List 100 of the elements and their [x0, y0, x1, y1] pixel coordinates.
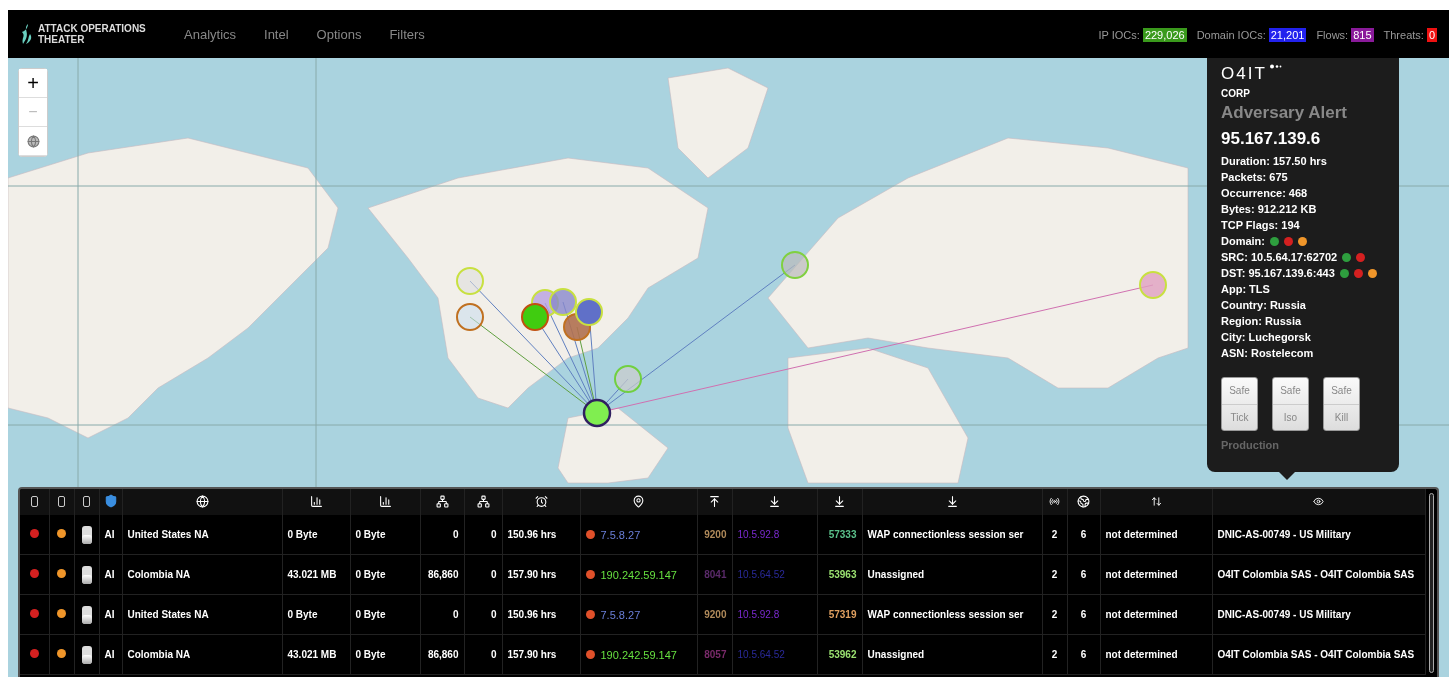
environment-label: Production: [1221, 439, 1281, 451]
shield-icon: [103, 494, 118, 508]
alert-field: Occurrence: 468: [1221, 187, 1308, 199]
stat-label: IP IOCs:: [1098, 29, 1140, 41]
table-cell: 8057: [697, 634, 732, 675]
globe-icon: [1077, 494, 1090, 508]
table-cell: 0 Byte: [350, 634, 420, 675]
nav-link[interactable]: Filters: [389, 26, 425, 42]
alert-field: City: Luchegorsk: [1221, 331, 1311, 343]
globe-icon: [26, 134, 40, 148]
table-cell: 0: [464, 634, 502, 675]
alert-ip: 95.167.139.6: [1221, 129, 1322, 149]
table-cell: 150.96 hrs: [502, 515, 580, 555]
network-icon: [435, 494, 449, 508]
alert-field: Bytes: 912.212 KB: [1221, 203, 1317, 215]
table-cell: 150.96 hrs: [502, 594, 580, 635]
table-cell: 9200: [697, 515, 732, 555]
table-cell: not determined: [1100, 515, 1212, 555]
alert-title: Adversary Alert: [1221, 103, 1348, 123]
table-cell: 2: [1042, 634, 1067, 675]
nav-link[interactable]: Intel: [264, 26, 289, 42]
table-cell: 57333: [817, 515, 862, 555]
globe-icon: [195, 494, 209, 508]
table-cell: 0 Byte: [350, 554, 420, 595]
safe-action-button[interactable]: Safe Kill: [1323, 377, 1360, 431]
table-cell: DNIC-AS-00749 - US Military: [1212, 594, 1425, 635]
ip-address: 190.242.59.147: [600, 568, 677, 581]
table-cell: 86,860: [420, 554, 464, 595]
map-marker[interactable]: [781, 251, 809, 279]
table-cell: 0: [464, 515, 502, 555]
map-marker[interactable]: [614, 365, 642, 393]
table-cell: 0: [420, 594, 464, 635]
stat-label: Flows:: [1316, 29, 1349, 41]
toggle-switch[interactable]: [81, 605, 92, 624]
alert-field: Region: Russia: [1221, 315, 1302, 327]
nav-link[interactable]: Analytics: [184, 26, 237, 42]
table-cell: 53963: [817, 554, 862, 595]
table-cell: 8041: [697, 554, 732, 595]
toggle-switch[interactable]: [81, 565, 92, 584]
alarm-clock-icon: [534, 494, 548, 508]
brand-name: ATTACK OPERATIONS THEATER: [38, 23, 147, 45]
alert-field: TCP Flags: 194: [1221, 219, 1300, 231]
table-cell: 43.021 MB: [282, 554, 350, 595]
alert-field: DST: 95.167.139.6:443: [1221, 267, 1335, 279]
table-cell: WAP connectionless session ser: [862, 594, 1042, 635]
table-cell: 2: [1042, 515, 1067, 555]
table-cell: AI: [99, 515, 122, 555]
table-cell: 2: [1042, 554, 1067, 595]
table-cell: 6: [1067, 634, 1100, 675]
table-cell: 0: [464, 554, 502, 595]
table-cell: 0 Byte: [282, 594, 350, 635]
safe-action-button[interactable]: Safe Tick: [1221, 377, 1258, 431]
table-cell: not determined: [1100, 634, 1212, 675]
table-cell: 10.5.64.52: [732, 554, 817, 595]
upload-icon: [708, 494, 721, 508]
ip-address: 7.5.8.27: [600, 608, 641, 621]
stat-count: 0: [1426, 28, 1437, 42]
table-cell: 10.5.92.8: [732, 515, 817, 555]
signal-icon: [1049, 495, 1060, 507]
stat-count: 21,201: [1268, 28, 1307, 42]
toggle-icon: [58, 495, 65, 507]
toggle-icon: [83, 495, 90, 507]
ip-address: 7.5.8.27: [600, 528, 641, 541]
table-cell: 157.90 hrs: [502, 554, 580, 595]
flame-logo-icon: [20, 24, 34, 44]
scrollbar[interactable]: [1428, 493, 1434, 673]
map-pin-icon: [632, 494, 645, 508]
table-cell: Colombia NA: [122, 634, 282, 675]
table-cell: Unassigned: [862, 634, 1042, 675]
table-cell: 10.5.92.8: [732, 594, 817, 635]
bar-chart-icon: [378, 494, 392, 508]
table-cell: 2: [1042, 594, 1067, 635]
table-cell: 0: [420, 515, 464, 555]
nav-link[interactable]: Options: [316, 26, 362, 42]
alert-field: App: TLS: [1221, 283, 1270, 295]
eye-icon: [1313, 495, 1324, 507]
table-cell: 57319: [817, 594, 862, 635]
download-icon: [768, 494, 781, 508]
toggle-switch[interactable]: [81, 645, 92, 664]
table-cell: 6: [1067, 515, 1100, 555]
map-marker[interactable]: [582, 398, 612, 428]
zoom-in-button[interactable]: +: [19, 69, 47, 98]
safe-action-button[interactable]: Safe Iso: [1272, 377, 1309, 431]
alert-field: Country: Russia: [1221, 299, 1306, 311]
table-cell: 43.021 MB: [282, 634, 350, 675]
table-cell: O4IT Colombia SAS - O4IT Colombia SAS: [1212, 634, 1425, 675]
table-cell: not determined: [1100, 554, 1212, 595]
stat-count: 229,026: [1142, 28, 1187, 42]
table-cell: 0 Byte: [350, 594, 420, 635]
org-label: CORP: [1221, 88, 1251, 99]
stat-label: Threats:: [1383, 29, 1424, 41]
up-down-arrows-icon: [1150, 495, 1162, 507]
alert-field: ASN: Rostelecom: [1221, 347, 1314, 359]
ip-address: 190.242.59.147: [600, 648, 677, 661]
toggle-switch[interactable]: [81, 525, 92, 544]
map-marker[interactable]: [456, 303, 484, 331]
table-cell: 0 Byte: [350, 515, 420, 555]
table-cell: 9200: [697, 594, 732, 635]
table-cell: 10.5.64.52: [732, 634, 817, 675]
table-cell: Unassigned: [862, 554, 1042, 595]
